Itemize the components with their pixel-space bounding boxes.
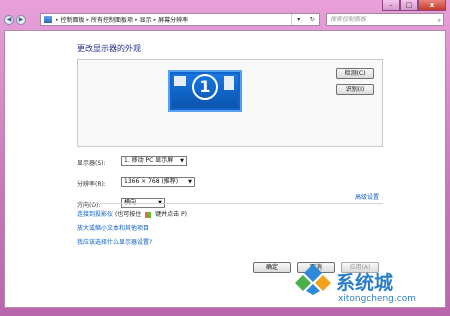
resolution-select[interactable]: 1366 × 768 (推荐) ▼ bbox=[121, 177, 195, 187]
chevron-down-icon: ▼ bbox=[180, 158, 184, 164]
display-label: 显示器(S): bbox=[77, 160, 106, 167]
display-help-link[interactable]: 我应该选择什么显示器设置? bbox=[77, 237, 152, 246]
monitor-number: 1 bbox=[192, 74, 218, 100]
projector-link[interactable]: 连接到投影仪 bbox=[77, 211, 113, 218]
divider bbox=[77, 203, 383, 204]
chevron-right-icon: ▸ bbox=[56, 16, 59, 23]
forward-button[interactable]: ▶ bbox=[16, 14, 26, 25]
page-title: 更改显示器的外观 bbox=[77, 44, 141, 53]
window-thumbnail bbox=[174, 76, 186, 86]
maximize-button[interactable]: □ bbox=[400, 0, 418, 11]
identify-button[interactable]: 识别(I) bbox=[336, 84, 374, 95]
display-select[interactable]: 1. 移动 PC 显示屏 ▼ bbox=[121, 156, 187, 166]
address-controls: ▾ ↻ bbox=[291, 14, 319, 25]
navigation-toolbar: ◀ ▶ ▸ 控制面板 ▸ 所有控制面板项 ▸ 显示 ▸ 屏幕分辨率 ▾ ↻ 搜索… bbox=[4, 11, 446, 28]
window-frame: – □ x ◀ ▶ ▸ 控制面板 ▸ 所有控制面板项 ▸ 显示 ▸ 屏幕分辨率 … bbox=[0, 0, 450, 316]
control-panel-icon bbox=[44, 16, 52, 23]
address-bar[interactable]: ▸ 控制面板 ▸ 所有控制面板项 ▸ 显示 ▸ 屏幕分辨率 ▾ ↻ bbox=[40, 13, 320, 26]
back-button[interactable]: ◀ bbox=[4, 14, 14, 25]
advanced-settings-link[interactable]: 高级设置 bbox=[355, 192, 379, 201]
window-controls: – □ x bbox=[382, 0, 446, 11]
minimize-button[interactable]: – bbox=[382, 0, 400, 11]
text-size-link[interactable]: 放大或缩小文本和其他项目 bbox=[77, 223, 149, 232]
projector-row: 连接到投影仪 (也可按住 键并点击 P) bbox=[77, 209, 187, 218]
breadcrumb-all-items[interactable]: 所有控制面板项 bbox=[91, 15, 133, 24]
projector-hint-end: 键并点击 P) bbox=[155, 211, 187, 218]
refresh-icon[interactable]: ↻ bbox=[306, 14, 320, 25]
watermark-logo-icon bbox=[295, 264, 331, 295]
watermark-url: xitongcheng.com bbox=[338, 294, 416, 304]
close-button[interactable]: x bbox=[418, 0, 446, 11]
ok-button[interactable]: 确定 bbox=[253, 262, 291, 273]
chevron-right-icon: ▸ bbox=[135, 16, 138, 23]
breadcrumb-control-panel[interactable]: 控制面板 bbox=[61, 15, 85, 24]
breadcrumb-screen-resolution[interactable]: 屏幕分辨率 bbox=[158, 15, 188, 24]
chevron-down-icon: ▼ bbox=[188, 179, 192, 185]
resolution-label: 分辨率(R): bbox=[77, 181, 106, 188]
windows-key-icon bbox=[145, 211, 152, 218]
content-panel: 更改显示器的外观 1 检测(C) 识别(I) 显示器(S): 1. 移动 PC … bbox=[4, 30, 446, 308]
window-thumbnail bbox=[224, 76, 234, 90]
resolution-value: 1366 × 768 (推荐) bbox=[124, 178, 179, 185]
projector-hint-start: (也可按住 bbox=[114, 211, 142, 218]
monitor-1[interactable]: 1 bbox=[168, 70, 242, 112]
search-icon[interactable]: ⌕ bbox=[438, 15, 441, 26]
breadcrumb-display[interactable]: 显示 bbox=[140, 15, 152, 24]
chevron-right-icon: ▸ bbox=[86, 16, 90, 23]
search-placeholder: 搜索控制面板 bbox=[330, 16, 367, 23]
dropdown-arrow-icon[interactable]: ▾ bbox=[292, 14, 306, 25]
orientation-label: 方向(O): bbox=[77, 202, 101, 209]
chevron-right-icon: ▸ bbox=[153, 16, 157, 23]
search-input[interactable]: 搜索控制面板 ⌕ bbox=[326, 13, 444, 26]
detect-button[interactable]: 检测(C) bbox=[336, 68, 374, 79]
watermark-brand: 系统城 bbox=[336, 272, 394, 294]
display-value: 1. 移动 PC 显示屏 bbox=[124, 157, 174, 164]
monitor-preview: 1 检测(C) 识别(I) bbox=[77, 59, 383, 147]
